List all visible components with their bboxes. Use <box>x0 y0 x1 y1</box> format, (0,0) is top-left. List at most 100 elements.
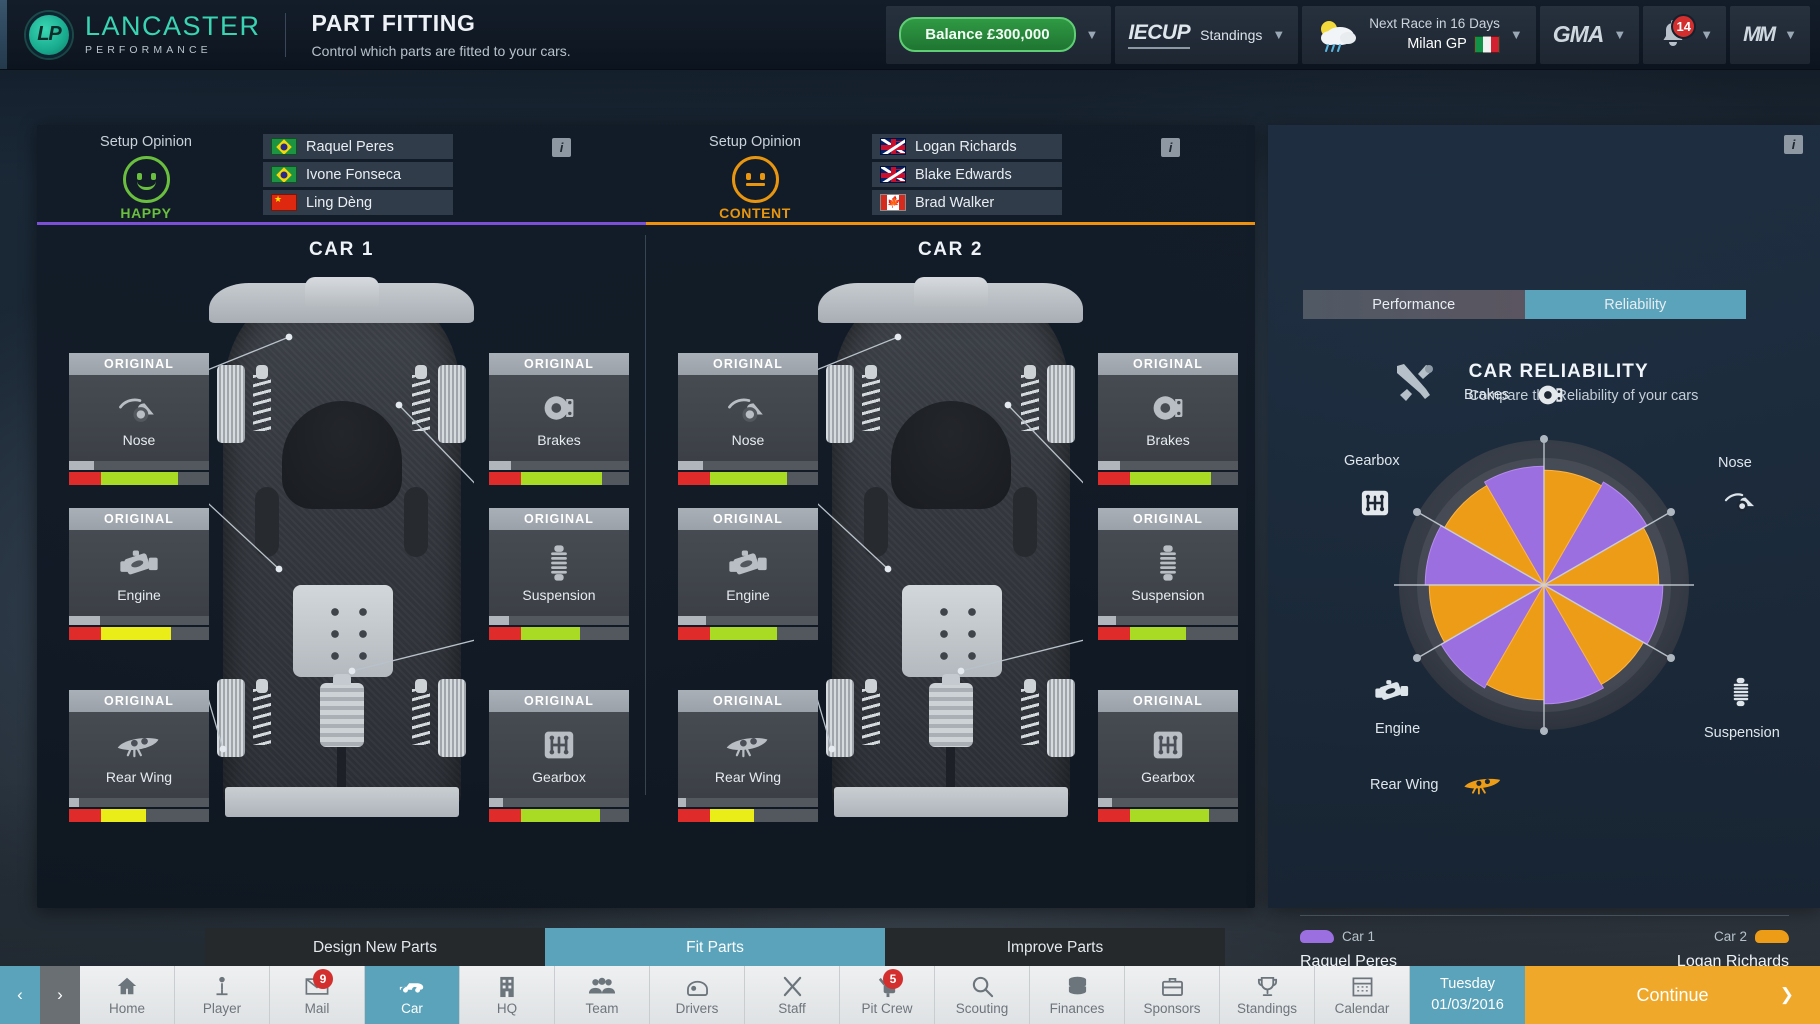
part-card-engine[interactable]: ORIGINAL Engine <box>69 508 209 640</box>
part-card-brakes[interactable]: ORIGINAL Brakes <box>1098 353 1238 485</box>
part-card-engine[interactable]: ORIGINAL Engine <box>678 508 818 640</box>
info-icon[interactable]: i <box>1784 135 1803 154</box>
nav-item-calendar[interactable]: Calendar <box>1315 966 1410 1024</box>
nav-item-home[interactable]: Home <box>80 966 175 1024</box>
nav-item-player[interactable]: Player <box>175 966 270 1024</box>
list-item[interactable]: Ling Dèng <box>263 190 453 215</box>
tab-reliability[interactable]: Reliability <box>1524 290 1746 319</box>
part-card-suspension[interactable]: ORIGINAL Suspension <box>1098 508 1238 640</box>
part-card-rear-wing[interactable]: ORIGINAL Rear Wing <box>678 690 818 822</box>
car2-swatch-icon <box>1755 930 1789 944</box>
chevron-down-icon[interactable]: ▼ <box>1700 27 1713 42</box>
engine-icon <box>1372 677 1409 703</box>
tab-fit-parts[interactable]: Fit Parts <box>545 928 885 967</box>
gma-cell[interactable]: GMA ▼ <box>1539 5 1640 64</box>
notifications-cell[interactable]: 14 ▼ <box>1643 5 1727 64</box>
nav-item-team[interactable]: Team <box>555 966 650 1024</box>
car-column-2: CAR 2 ORIGINAL Nose ORIGINAL Engine ORIG… <box>646 225 1255 865</box>
date-day: Tuesday <box>1439 975 1496 992</box>
part-name: Nose <box>122 432 156 448</box>
part-card-gearbox[interactable]: ORIGINAL Gearbox <box>489 690 629 822</box>
chevron-down-icon[interactable]: ▼ <box>1086 27 1099 42</box>
nav-label: Calendar <box>1334 1001 1390 1016</box>
part-name: Suspension <box>522 587 596 603</box>
nav-item-hq[interactable]: HQ <box>460 966 555 1024</box>
nav-label: Drivers <box>675 1001 719 1016</box>
team-logo-icon: LP <box>26 11 72 58</box>
part-card-gearbox[interactable]: ORIGINAL Gearbox <box>1098 690 1238 822</box>
list-item[interactable]: Raquel Peres <box>263 134 453 159</box>
nav-item-pit-crew[interactable]: 5 Pit Crew <box>840 966 935 1024</box>
nav-item-standings[interactable]: Standings <box>1220 966 1315 1024</box>
pitcrew-badge: 5 <box>883 969 903 989</box>
car-icon <box>398 974 426 998</box>
championship-cell[interactable]: IECUP Standings ▼ <box>1115 5 1299 64</box>
part-wear-bar <box>678 461 818 470</box>
nav-item-mail[interactable]: 9 Mail <box>270 966 365 1024</box>
nav-items: Home Player 9 Mail Car HQ Team Drivers S… <box>80 966 1410 1024</box>
legend-car1-label: Car 1 <box>1342 929 1376 944</box>
list-item[interactable]: Blake Edwards <box>872 162 1062 187</box>
part-condition-bar <box>1098 627 1238 640</box>
info-icon[interactable]: i <box>1161 138 1180 157</box>
balance-cell[interactable]: Balance £300,000 ▼ <box>886 5 1112 64</box>
flag-icon <box>271 194 297 211</box>
tab-design-new-parts[interactable]: Design New Parts <box>205 928 545 967</box>
setup-opinion-row: Setup Opinion HAPPY Raquel Peres Ivone F… <box>37 125 1255 225</box>
game-date[interactable]: Tuesday 01/03/2016 <box>1410 966 1525 1024</box>
calendar-icon <box>1351 974 1374 998</box>
tab-improve-parts[interactable]: Improve Parts <box>885 928 1225 967</box>
suspension-icon <box>1141 543 1195 583</box>
bell-icon[interactable]: 14 <box>1656 13 1697 52</box>
list-item[interactable]: 🍁 Brad Walker <box>872 190 1062 215</box>
nav-prev-button[interactable]: ‹ <box>0 966 40 1024</box>
nav-item-drivers[interactable]: Drivers <box>650 966 745 1024</box>
part-card-suspension[interactable]: ORIGINAL Suspension <box>489 508 629 640</box>
chevron-down-icon[interactable]: ▼ <box>1784 27 1797 42</box>
setup-opinion-state: CONTENT <box>719 205 791 221</box>
driver-list-car1: Raquel Peres Ivone Fonseca Ling Dèng <box>263 134 453 218</box>
part-card-nose[interactable]: ORIGINAL Nose <box>678 353 818 485</box>
part-card-brakes[interactable]: ORIGINAL Brakes <box>489 353 629 485</box>
next-race-cell[interactable]: Next Race in 16 Days Milan GP ▼ <box>1302 5 1536 64</box>
continue-button[interactable]: Continue ❯ <box>1525 966 1820 1024</box>
continue-label: Continue <box>1636 984 1709 1005</box>
brand-name: LANCASTER <box>85 11 261 42</box>
info-icon[interactable]: i <box>552 138 571 157</box>
chevron-down-icon[interactable]: ▼ <box>1613 27 1626 42</box>
balance-pill[interactable]: Balance £300,000 <box>899 17 1076 52</box>
setup-opinion-title: Setup Opinion <box>709 134 801 150</box>
driver-name: Blake Edwards <box>915 166 1012 183</box>
chevron-down-icon[interactable]: ▼ <box>1272 27 1285 42</box>
part-card-nose[interactable]: ORIGINAL Nose <box>69 353 209 485</box>
nav-item-staff[interactable]: Staff <box>745 966 840 1024</box>
mm-cell[interactable]: MM ▼ <box>1730 5 1810 64</box>
list-item[interactable]: Logan Richards <box>872 134 1062 159</box>
iecup-logo: IECUP <box>1128 21 1191 49</box>
cars-area: CAR 1 ORIGINAL Nose ORIGINAL Engine ORIG… <box>37 225 1255 865</box>
header-divider <box>284 12 286 57</box>
gma-logo-icon: GMA <box>1552 21 1605 47</box>
axis-label-nose: Nose <box>1718 455 1752 471</box>
part-name: Engine <box>117 587 161 603</box>
nav-item-finances[interactable]: Finances <box>1030 966 1125 1024</box>
part-condition-bar <box>489 627 629 640</box>
part-wear-bar <box>1098 616 1238 625</box>
standings-label[interactable]: Standings <box>1200 27 1262 43</box>
part-wear-bar <box>489 798 629 807</box>
staff-icon <box>781 974 804 998</box>
gearbox-icon <box>532 725 586 765</box>
chevron-down-icon[interactable]: ▼ <box>1510 27 1523 42</box>
part-status: ORIGINAL <box>69 353 209 375</box>
nav-item-scouting[interactable]: Scouting <box>935 966 1030 1024</box>
nav-item-sponsors[interactable]: Sponsors <box>1125 966 1220 1024</box>
nav-label: Staff <box>778 1001 806 1016</box>
panel-title: CAR RELIABILITY <box>1468 360 1649 382</box>
axis-label-brakes: Brakes <box>1464 387 1510 403</box>
part-card-rear-wing[interactable]: ORIGINAL Rear Wing <box>69 690 209 822</box>
list-item[interactable]: Ivone Fonseca <box>263 162 453 187</box>
part-condition-bar <box>489 809 629 822</box>
tab-performance[interactable]: Performance <box>1303 290 1525 319</box>
nav-next-button[interactable]: › <box>40 966 80 1024</box>
nav-item-car[interactable]: Car <box>365 966 460 1024</box>
